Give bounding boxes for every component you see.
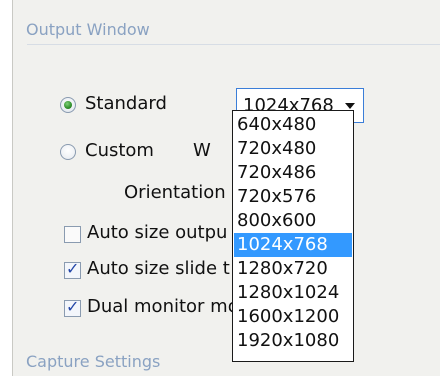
resolution-option[interactable]: 1600x1200 bbox=[234, 305, 352, 329]
standard-label[interactable]: Standard bbox=[85, 93, 167, 114]
resolution-option[interactable]: 720x486 bbox=[234, 161, 352, 185]
resolution-dropdown-list: 640x480 720x480 720x486 720x576 800x600 … bbox=[232, 110, 354, 362]
resolution-option[interactable]: 720x576 bbox=[234, 185, 352, 209]
resolution-option[interactable]: 640x480 bbox=[234, 113, 352, 137]
resolution-option[interactable]: 800x600 bbox=[234, 209, 352, 233]
group-heading-output-window: Output Window bbox=[26, 20, 150, 39]
dual-monitor-label[interactable]: Dual monitor mo bbox=[87, 296, 239, 317]
chevron-down-icon[interactable] bbox=[345, 103, 355, 109]
custom-label[interactable]: Custom bbox=[85, 140, 154, 161]
settings-panel: Output Window Standard Custom W Orientat… bbox=[12, 0, 440, 376]
resolution-option[interactable]: 1280x720 bbox=[234, 257, 352, 281]
resolution-option[interactable]: 1280x1024 bbox=[234, 281, 352, 305]
orientation-label: Orientation bbox=[124, 182, 226, 203]
resolution-option[interactable]: 720x480 bbox=[234, 137, 352, 161]
custom-radio[interactable] bbox=[60, 144, 76, 160]
custom-width-label: W bbox=[193, 140, 211, 161]
resolution-option-selected[interactable]: 1024x768 bbox=[234, 233, 352, 257]
dual-monitor-checkbox[interactable]: ✓ bbox=[64, 297, 81, 317]
auto-size-slide-checkbox[interactable]: ✓ bbox=[64, 259, 81, 279]
standard-radio[interactable] bbox=[60, 97, 76, 113]
auto-size-output-label[interactable]: Auto size outpu bbox=[87, 222, 227, 243]
group-heading-capture-settings: Capture Settings bbox=[26, 352, 161, 371]
checkmark-icon: ✓ bbox=[66, 297, 80, 316]
auto-size-slide-label[interactable]: Auto size slide t bbox=[87, 258, 230, 279]
auto-size-output-checkbox[interactable] bbox=[64, 226, 81, 243]
resolution-option[interactable]: 1920x1080 bbox=[234, 329, 352, 353]
checkmark-icon: ✓ bbox=[66, 259, 80, 278]
group-divider bbox=[27, 44, 440, 45]
